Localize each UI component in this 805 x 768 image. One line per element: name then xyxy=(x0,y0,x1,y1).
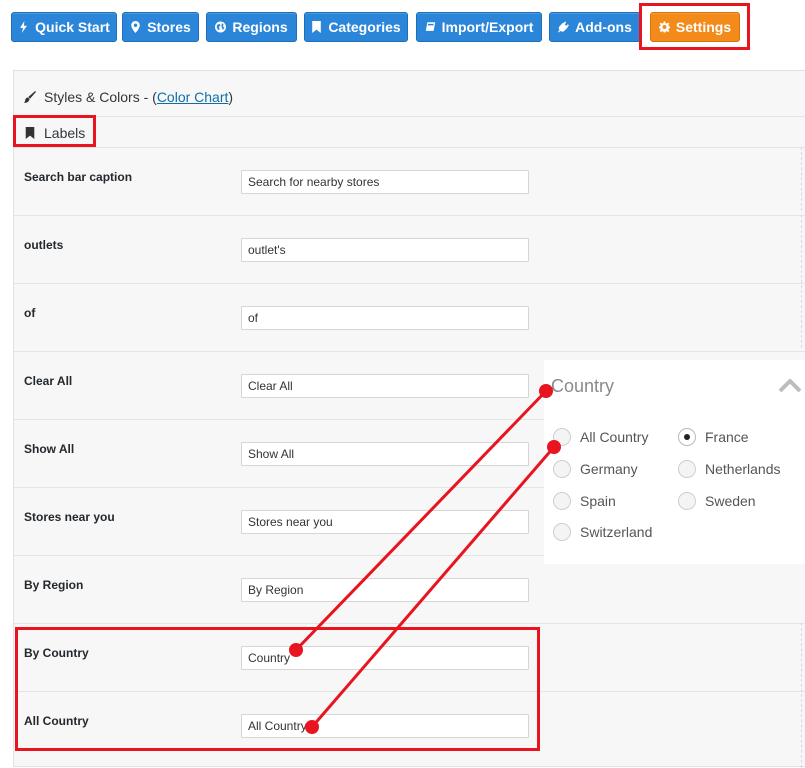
map-pin-icon xyxy=(131,21,140,33)
label-row-all-country: All Country xyxy=(14,691,805,759)
bookmark-icon xyxy=(25,126,35,139)
lightning-icon xyxy=(20,21,28,33)
stores-near-you-input[interactable] xyxy=(241,510,529,534)
search-bar-caption-input[interactable] xyxy=(241,170,529,194)
quick-start-button[interactable]: Quick Start xyxy=(11,12,117,42)
edge-divider xyxy=(801,215,805,348)
categories-button[interactable]: Categories xyxy=(304,12,408,42)
label-row-by-country: By Country xyxy=(14,623,805,691)
label-row-of: of xyxy=(14,283,805,351)
edge-divider xyxy=(801,147,805,211)
styles-colors-header: Styles & Colors - ( Color Chart ) xyxy=(14,77,805,117)
label-row-by-region: By Region xyxy=(14,555,805,623)
radio-button[interactable] xyxy=(553,492,571,510)
book-icon xyxy=(425,22,435,31)
show-all-input[interactable] xyxy=(241,442,529,466)
clear-all-input[interactable] xyxy=(241,374,529,398)
radio-button[interactable] xyxy=(678,492,696,510)
outlets-input[interactable] xyxy=(241,238,529,262)
country-option-spain[interactable]: Spain xyxy=(553,492,616,510)
color-chart-link[interactable]: Color Chart xyxy=(157,89,229,105)
country-filter-popup: Country All Country France Germany Nethe… xyxy=(544,360,805,564)
radio-button[interactable] xyxy=(553,523,571,541)
country-option-all-country[interactable]: All Country xyxy=(553,428,648,446)
regions-button[interactable]: Regions xyxy=(206,12,297,42)
paintbrush-icon xyxy=(24,90,36,103)
country-option-netherlands[interactable]: Netherlands xyxy=(678,460,781,478)
bookmark-icon xyxy=(312,21,322,33)
popup-title: Country xyxy=(551,376,615,396)
all-country-input[interactable] xyxy=(241,714,529,738)
chevron-up-icon[interactable] xyxy=(778,377,802,393)
settings-button[interactable]: Settings xyxy=(650,12,740,42)
by-region-input[interactable] xyxy=(241,578,529,602)
stores-button[interactable]: Stores xyxy=(122,12,199,42)
country-option-sweden[interactable]: Sweden xyxy=(678,492,756,510)
add-ons-button[interactable]: Add-ons xyxy=(549,12,641,42)
radio-button[interactable] xyxy=(553,460,571,478)
import-export-button[interactable]: Import/Export xyxy=(416,12,542,42)
of-input[interactable] xyxy=(241,306,529,330)
country-option-germany[interactable]: Germany xyxy=(553,460,638,478)
edge-divider xyxy=(801,623,805,768)
label-row-search-bar-caption: Search bar caption xyxy=(14,147,805,215)
labels-heading: Labels xyxy=(44,124,86,141)
radio-button[interactable] xyxy=(678,460,696,478)
plug-icon xyxy=(558,21,570,33)
gear-icon xyxy=(658,21,670,33)
radio-button-checked[interactable] xyxy=(678,428,696,446)
top-nav: Quick Start Stores Regions Categories Im… xyxy=(0,0,805,60)
country-option-france[interactable]: France xyxy=(678,428,749,446)
by-country-input[interactable] xyxy=(241,646,529,670)
label-row-outlets: outlets xyxy=(14,215,805,283)
globe-icon xyxy=(215,21,227,33)
radio-button[interactable] xyxy=(553,428,571,446)
country-option-switzerland[interactable]: Switzerland xyxy=(553,523,652,541)
